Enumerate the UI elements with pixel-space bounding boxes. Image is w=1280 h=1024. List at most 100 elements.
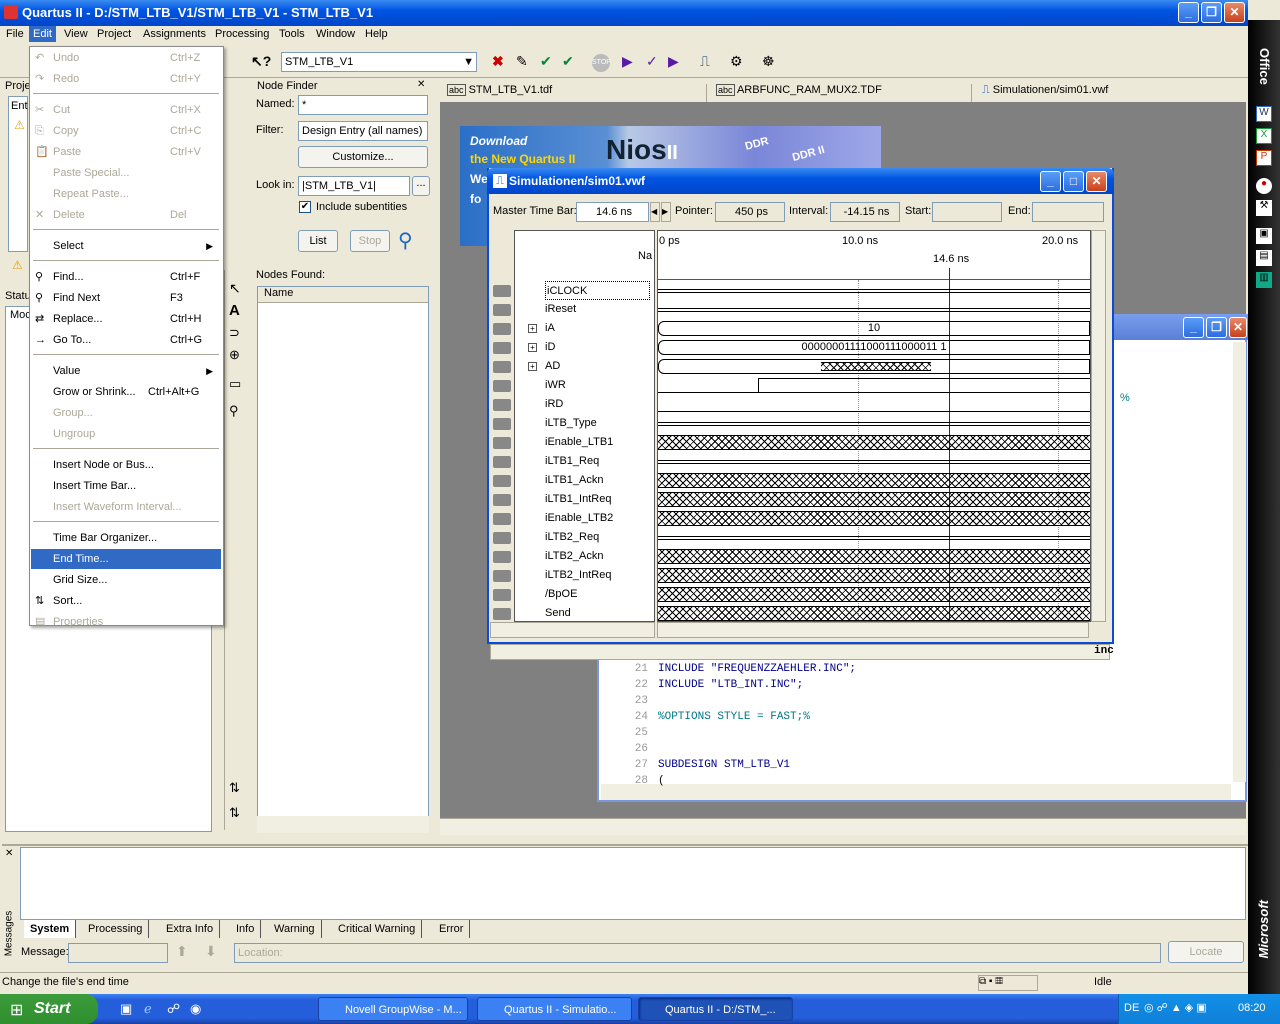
edit-menu-item-grid-size[interactable]: Grid Size... [31,570,221,590]
app-icon[interactable]: ▤ [1256,250,1272,266]
arrow-down-icon[interactable]: ⬇ [205,943,225,963]
task-groupwise[interactable]: Novell GroupWise - M... [318,997,468,1021]
zoom-tool-icon[interactable]: ⊕ [229,347,240,363]
ie-icon[interactable]: ℯ [144,1001,152,1017]
edit-menu-item-insert-time-bar[interactable]: Insert Time Bar... [31,476,221,496]
edit-menu-item-ungroup[interactable]: Ungroup [31,424,221,444]
signal-node-icon[interactable] [493,551,511,563]
signal-waveform[interactable] [658,511,1090,526]
minimize-button[interactable]: _ [1178,2,1199,23]
signal-waveform[interactable] [658,473,1090,488]
browse-button[interactable]: ... [412,176,430,196]
edit-menu-item-replace[interactable]: ⇄ Replace... Ctrl+H [31,309,221,329]
code-line[interactable]: SUBDESIGN STM_LTB_V1 [658,759,790,771]
edit-menu-item-group[interactable]: Group... [31,403,221,423]
signal-waveform[interactable] [658,308,1090,312]
outer-hscroll[interactable] [490,644,1110,660]
signal-node-icon[interactable] [493,399,511,411]
code-line[interactable]: %OPTIONS STYLE = FAST;% [658,711,810,723]
signal-node-icon[interactable] [493,494,511,506]
signal-waveform[interactable]: 00000001111000111000011 1 [658,340,1090,355]
nodes-found-list[interactable] [257,286,429,832]
signal-name[interactable]: iEnable_LTB2 [545,509,613,528]
messages-tab-extra-info[interactable]: Extra Info [160,920,221,938]
lookin-select[interactable]: |STM_LTB_V1| [298,176,410,196]
signal-node-icon[interactable] [493,361,511,373]
signal-name[interactable]: iLTB2_Req [545,528,599,547]
menu-project[interactable]: Project [97,28,131,40]
signal-waveform[interactable] [658,549,1090,564]
signal-waveform[interactable] [658,378,1090,393]
signal-waveform[interactable] [658,492,1090,507]
language-indicator[interactable]: DE [1124,1002,1139,1014]
restore-button[interactable]: ❐ [1201,2,1222,23]
signal-name[interactable]: iLTB2_IntReq [545,566,611,585]
customize-button[interactable]: Customize... [298,146,428,168]
signal-node-icon[interactable] [493,456,511,468]
task-quartus-main[interactable]: Quartus II - D:/STM_... [638,997,793,1021]
signal-waveform[interactable]: 10 [658,321,1090,336]
pencil-icon[interactable]: ✎ [516,53,534,71]
sim-maximize-button[interactable]: □ [1063,171,1084,192]
signal-name[interactable]: iLTB1_Ackn [545,471,604,490]
expand-icon[interactable]: + [528,362,537,371]
signal-node-icon[interactable] [493,323,511,335]
editor-minimize-button[interactable]: _ [1183,317,1204,338]
signal-waveform[interactable] [658,606,1090,621]
edit-menu-item-repeat-paste[interactable]: Repeat Paste... [31,184,221,204]
signal-name[interactable]: iReset [545,300,576,319]
location-field[interactable]: Location: [234,943,1161,963]
signal-waveform[interactable] [658,587,1090,602]
signal-waveform[interactable] [658,536,1090,540]
start-compile-icon[interactable]: ▶ [622,53,640,71]
signal-name[interactable]: iEnable_LTB1 [545,433,613,452]
app-icon[interactable]: ▥ [1256,272,1272,288]
edit-menu-item-select[interactable]: Select ▶ [31,236,221,256]
signal-node-icon[interactable] [493,513,511,525]
named-input[interactable]: * [298,95,428,115]
menu-file[interactable]: File [6,28,24,40]
expand-icon[interactable]: + [528,324,537,333]
messages-tab-system[interactable]: System [24,920,77,938]
excel-icon[interactable]: X [1256,128,1272,144]
edit-menu-item-go-to[interactable]: → Go To... Ctrl+G [31,330,221,350]
master-time-bar-value[interactable]: 14.6 ns [576,202,649,222]
include-subentities-checkbox[interactable]: ✔ [299,201,311,213]
project-combo[interactable]: STM_LTB_V1 ▼ [281,52,477,72]
sim-hscroll-names[interactable] [490,622,655,638]
signal-node-icon[interactable] [493,418,511,430]
edit-menu-item-value[interactable]: Value ▶ [31,361,221,381]
signal-name[interactable]: AD [545,357,560,376]
locate-button[interactable]: Locate [1168,941,1244,963]
signal-name[interactable]: iLTB1_Req [545,452,599,471]
signal-name[interactable]: iCLOCK [545,281,650,300]
sort-desc-icon[interactable]: ⇅ [229,805,240,821]
analysis-icon[interactable]: ✓ [646,53,664,71]
edit-menu-item-insert-node-or-bus[interactable]: Insert Node or Bus... [31,455,221,475]
app-icon[interactable] [4,5,18,19]
expand-icon[interactable]: + [528,343,537,352]
signal-node-icon[interactable] [493,285,511,297]
list-button[interactable]: List [298,230,338,252]
filter-select[interactable]: Design Entry (all names) [298,121,428,141]
simulation-icon[interactable]: ⎍ [700,53,718,71]
editor-close-button[interactable]: ✕ [1229,317,1247,338]
doc-tab-arbfunc[interactable]: abc ARBFUNC_RAM_MUX2.TDF [716,84,972,102]
edit-menu-item-insert-waveform-interval[interactable]: Insert Waveform Interval... [31,497,221,517]
close-button[interactable]: ✕ [1224,2,1245,23]
sim-vscroll[interactable] [1091,230,1106,622]
message-field[interactable] [68,943,168,963]
signal-name[interactable]: iWR [545,376,566,395]
analyze-icon[interactable]: ✔ [540,53,558,71]
text-tool-icon[interactable]: A [229,302,240,319]
edit-menu-item-redo[interactable]: ↷ Redo Ctrl+Y [31,69,221,89]
timing-icon[interactable]: ▶ [668,53,686,71]
menu-assignments[interactable]: Assignments [143,28,206,40]
arrow-up-icon[interactable]: ⬆ [176,943,196,963]
time-bar-prev-arrow[interactable]: ◀ [650,202,660,222]
messages-tab-warning[interactable]: Warning [268,920,322,938]
messages-tab-error[interactable]: Error [433,920,471,938]
check-icon[interactable]: ✔ [562,53,580,71]
signal-name[interactable]: iA [545,319,555,338]
app-icon[interactable]: ▣ [1256,228,1272,244]
